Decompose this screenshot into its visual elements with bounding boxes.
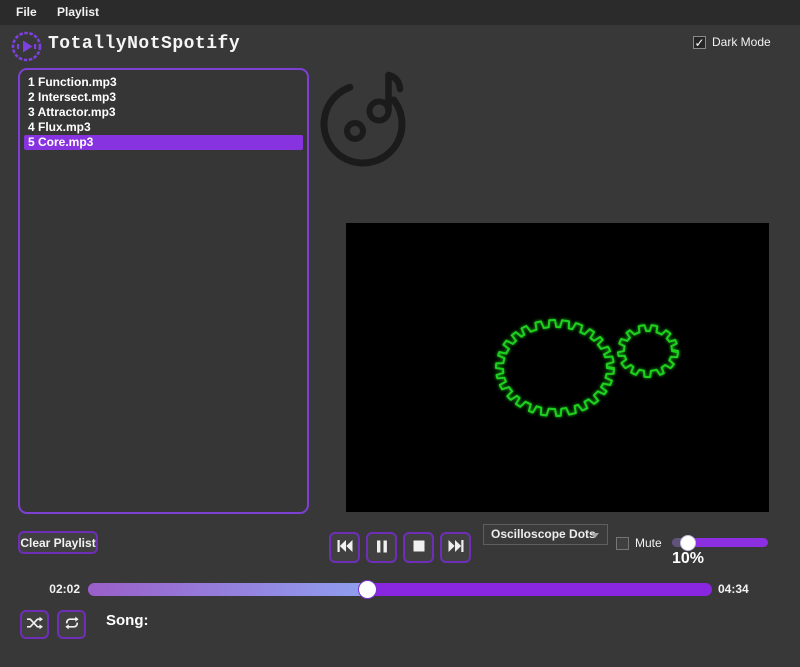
gear-path (496, 320, 614, 416)
menubar: File Playlist (0, 0, 800, 25)
previous-track-button[interactable] (329, 532, 360, 563)
clear-playlist-button[interactable]: Clear Playlist (18, 531, 98, 554)
oscilloscope-visualizer (346, 223, 769, 512)
playlist-item[interactable]: 4 Flux.mp3 (24, 120, 303, 135)
seek-bar-thumb[interactable] (358, 580, 377, 599)
elapsed-time-label: 02:02 (40, 582, 80, 596)
mute-toggle[interactable]: Mute (616, 536, 662, 550)
app-window: File Playlist TotallyNotSpotify ✓ Dark M… (0, 0, 800, 667)
gear-path (618, 325, 678, 377)
mute-checkbox[interactable] (616, 537, 629, 550)
playlist-item[interactable]: 5 Core.mp3 (24, 135, 303, 150)
next-icon (448, 539, 464, 556)
repeat-icon (64, 616, 80, 633)
playlist-item[interactable]: 2 Intersect.mp3 (24, 90, 303, 105)
visual-mode-selected: Oscilloscope Dots (491, 527, 596, 541)
menu-playlist[interactable]: Playlist (51, 0, 105, 25)
volume-slider-thumb[interactable] (680, 535, 696, 551)
pause-button[interactable] (366, 532, 397, 563)
next-track-button[interactable] (440, 532, 471, 563)
shuffle-icon (26, 616, 43, 633)
seek-bar-played-segment (88, 583, 368, 596)
dark-mode-checkbox[interactable]: ✓ (693, 36, 706, 49)
mute-label: Mute (635, 536, 662, 550)
dark-mode-toggle[interactable]: ✓ Dark Mode (693, 35, 771, 49)
playlist-item[interactable]: 1 Function.mp3 (24, 75, 303, 90)
volume-slider[interactable] (672, 538, 768, 547)
previous-icon (337, 539, 353, 556)
current-song-label: Song: (106, 612, 149, 629)
pause-icon (376, 540, 388, 556)
playlist-item[interactable]: 3 Attractor.mp3 (24, 105, 303, 120)
repeat-button[interactable] (57, 610, 86, 639)
app-logo-icon (10, 30, 43, 63)
chevron-down-icon (591, 533, 599, 538)
app-title: TotallyNotSpotify (48, 34, 240, 54)
menu-file[interactable]: File (10, 0, 43, 25)
shuffle-button[interactable] (20, 610, 49, 639)
playlist-panel[interactable]: 1 Function.mp32 Intersect.mp33 Attractor… (18, 68, 309, 514)
seek-bar[interactable] (88, 583, 712, 596)
music-disc-icon (318, 60, 418, 172)
stop-button[interactable] (403, 532, 434, 563)
stop-icon (413, 540, 425, 555)
total-time-label: 04:34 (718, 582, 749, 596)
dark-mode-label: Dark Mode (712, 35, 771, 49)
volume-percent-label: 10% (672, 550, 704, 568)
visual-mode-dropdown[interactable]: Oscilloscope Dots (483, 524, 608, 545)
